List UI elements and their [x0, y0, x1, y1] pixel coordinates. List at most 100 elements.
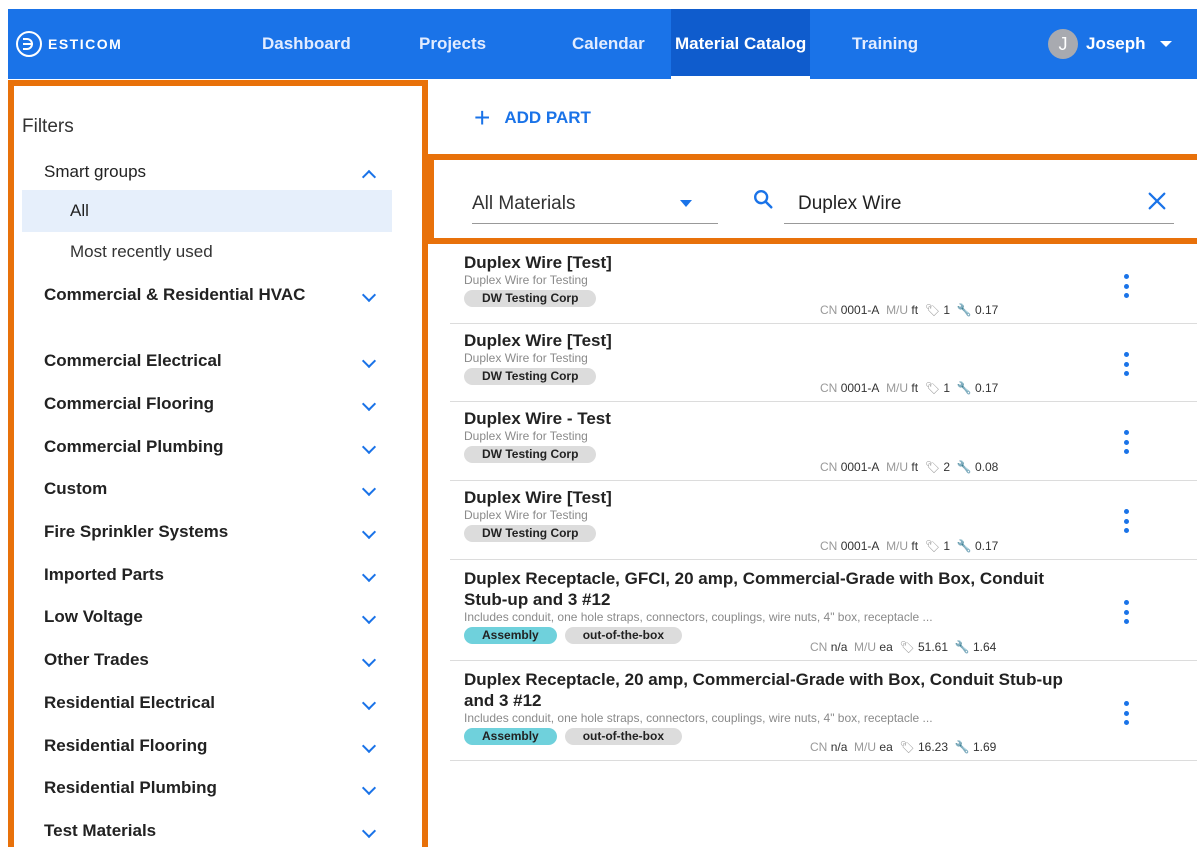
results-list: Duplex Wire [Test] Duplex Wire for Testi… [450, 246, 1197, 761]
chevron-down-icon[interactable] [361, 481, 377, 497]
filters-title: Filters [22, 116, 74, 137]
filter-group-residential-plumbing[interactable]: Residential Plumbing [44, 777, 324, 798]
user-name: Joseph [1086, 34, 1146, 53]
filter-group-residential-flooring[interactable]: Residential Flooring [44, 735, 324, 756]
filter-group-imported-parts[interactable]: Imported Parts [44, 564, 324, 585]
filter-group-commercial-residential-hvac[interactable]: Commercial & Residential HVAC [44, 284, 324, 305]
more-menu-icon[interactable] [1124, 600, 1130, 624]
part-description: Duplex Wire for Testing [464, 351, 588, 365]
chevron-down-icon[interactable] [361, 738, 377, 754]
filter-group-commercial-electrical[interactable]: Commercial Electrical [44, 350, 324, 371]
smart-group-most-recent[interactable]: Most recently used [70, 242, 213, 262]
assembly-tag: Assembly [464, 728, 557, 745]
caret-down-icon [680, 200, 692, 207]
category-select[interactable]: All Materials [472, 184, 718, 224]
list-item[interactable]: Duplex Wire - Test Duplex Wire for Testi… [450, 402, 1197, 481]
category-select-value: All Materials [472, 192, 576, 214]
wrench-icon: 🔧 [956, 460, 972, 474]
nav-calendar[interactable]: Calendar [572, 9, 645, 79]
wrench-icon: 🔧 [956, 539, 972, 553]
search-input[interactable] [784, 184, 1174, 224]
add-part-button[interactable]: + ADD PART [474, 102, 591, 133]
more-menu-icon[interactable] [1124, 274, 1130, 298]
chevron-down-icon[interactable] [361, 287, 377, 303]
add-part-label: ADD PART [504, 108, 591, 127]
user-menu[interactable]: J Joseph [1048, 9, 1172, 79]
smart-groups-header[interactable]: Smart groups [44, 162, 146, 182]
search-icon[interactable] [752, 188, 774, 210]
filter-group-custom[interactable]: Custom [44, 478, 324, 499]
nav-training[interactable]: Training [852, 9, 918, 79]
more-menu-icon[interactable] [1124, 430, 1130, 454]
top-nav-bar: ESTICOM Dashboard Projects Calendar Mate… [8, 9, 1197, 79]
part-title: Duplex Wire - Test [464, 409, 611, 428]
part-description: Duplex Wire for Testing [464, 508, 588, 522]
part-meta: CN 0001-A M/U ft 🏷 1 🔧 0.17 [820, 303, 999, 317]
source-tag: out-of-the-box [564, 627, 683, 644]
chevron-down-icon[interactable] [361, 609, 377, 625]
esticom-logo-icon [16, 31, 42, 57]
vendor-tag: DW Testing Corp [464, 368, 597, 385]
close-icon[interactable] [1146, 190, 1168, 212]
wrench-icon: 🔧 [956, 381, 972, 395]
chevron-down-icon[interactable] [361, 439, 377, 455]
source-tag: out-of-the-box [564, 728, 683, 745]
filter-group-residential-electrical[interactable]: Residential Electrical [44, 692, 324, 713]
part-meta: CN 0001-A M/U ft 🏷 1 🔧 0.17 [820, 539, 999, 553]
filter-group-commercial-flooring[interactable]: Commercial Flooring [44, 393, 324, 414]
more-menu-icon[interactable] [1124, 352, 1130, 376]
filter-group-fire-sprinkler[interactable]: Fire Sprinkler Systems [44, 521, 324, 542]
plus-icon: + [474, 102, 491, 133]
list-item[interactable]: Duplex Wire [Test] Duplex Wire for Testi… [450, 324, 1197, 402]
chevron-down-icon[interactable] [361, 353, 377, 369]
part-description: Duplex Wire for Testing [464, 429, 588, 443]
chevron-up-icon[interactable] [361, 169, 377, 185]
nav-material-catalog[interactable]: Material Catalog [671, 9, 811, 79]
vendor-tag: DW Testing Corp [464, 525, 597, 542]
part-title: Duplex Receptacle, GFCI, 20 amp, Commerc… [464, 569, 1045, 609]
list-item[interactable]: Duplex Receptacle, 20 amp, Commercial-Gr… [450, 661, 1197, 761]
smart-group-all[interactable]: All [22, 190, 392, 232]
price-tag-icon: 🏷 [899, 640, 915, 654]
chevron-down-icon[interactable] [361, 823, 377, 839]
list-item[interactable]: Duplex Wire [Test] Duplex Wire for Testi… [450, 246, 1197, 324]
wrench-icon: 🔧 [954, 640, 970, 654]
caret-down-icon [1159, 41, 1172, 47]
part-title: Duplex Wire [Test] [464, 253, 612, 272]
chevron-down-icon[interactable] [361, 567, 377, 583]
chevron-down-icon[interactable] [361, 695, 377, 711]
price-tag-icon: 🏷 [924, 460, 940, 474]
part-title: Duplex Receptacle, 20 amp, Commercial-Gr… [464, 670, 1063, 710]
chevron-down-icon[interactable] [361, 396, 377, 412]
part-meta: CN 0001-A M/U ft 🏷 1 🔧 0.17 [820, 381, 999, 395]
list-item[interactable]: Duplex Wire [Test] Duplex Wire for Testi… [450, 481, 1197, 560]
price-tag-icon: 🏷 [924, 303, 940, 317]
part-description: Includes conduit, one hole straps, conne… [464, 711, 933, 725]
brand-name: ESTICOM [48, 36, 123, 52]
chevron-down-icon[interactable] [361, 780, 377, 796]
wrench-icon: 🔧 [956, 303, 972, 317]
filter-group-other-trades[interactable]: Other Trades [44, 649, 324, 670]
price-tag-icon: 🏷 [924, 381, 940, 395]
part-meta: CN 0001-A M/U ft 🏷 2 🔧 0.08 [820, 460, 999, 474]
assembly-tag: Assembly [464, 627, 557, 644]
price-tag-icon: 🏷 [924, 539, 940, 553]
filter-group-low-voltage[interactable]: Low Voltage [44, 606, 324, 627]
part-title: Duplex Wire [Test] [464, 331, 612, 350]
part-meta: CN n/a M/U ea 🏷 16.23 🔧 1.69 [810, 740, 997, 754]
part-meta: CN n/a M/U ea 🏷 51.61 🔧 1.64 [810, 640, 997, 654]
nav-dashboard[interactable]: Dashboard [262, 9, 351, 79]
part-description: Duplex Wire for Testing [464, 273, 588, 287]
vendor-tag: DW Testing Corp [464, 290, 597, 307]
more-menu-icon[interactable] [1124, 509, 1130, 533]
chevron-down-icon[interactable] [361, 652, 377, 668]
wrench-icon: 🔧 [954, 740, 970, 754]
part-description: Includes conduit, one hole straps, conne… [464, 610, 933, 624]
nav-projects[interactable]: Projects [419, 9, 486, 79]
more-menu-icon[interactable] [1124, 701, 1130, 725]
list-item[interactable]: Duplex Receptacle, GFCI, 20 amp, Commerc… [450, 560, 1197, 661]
filter-group-commercial-plumbing[interactable]: Commercial Plumbing [44, 436, 324, 457]
filter-group-test-materials[interactable]: Test Materials [44, 820, 324, 841]
chevron-down-icon[interactable] [361, 524, 377, 540]
brand-logo[interactable]: ESTICOM [16, 9, 122, 79]
